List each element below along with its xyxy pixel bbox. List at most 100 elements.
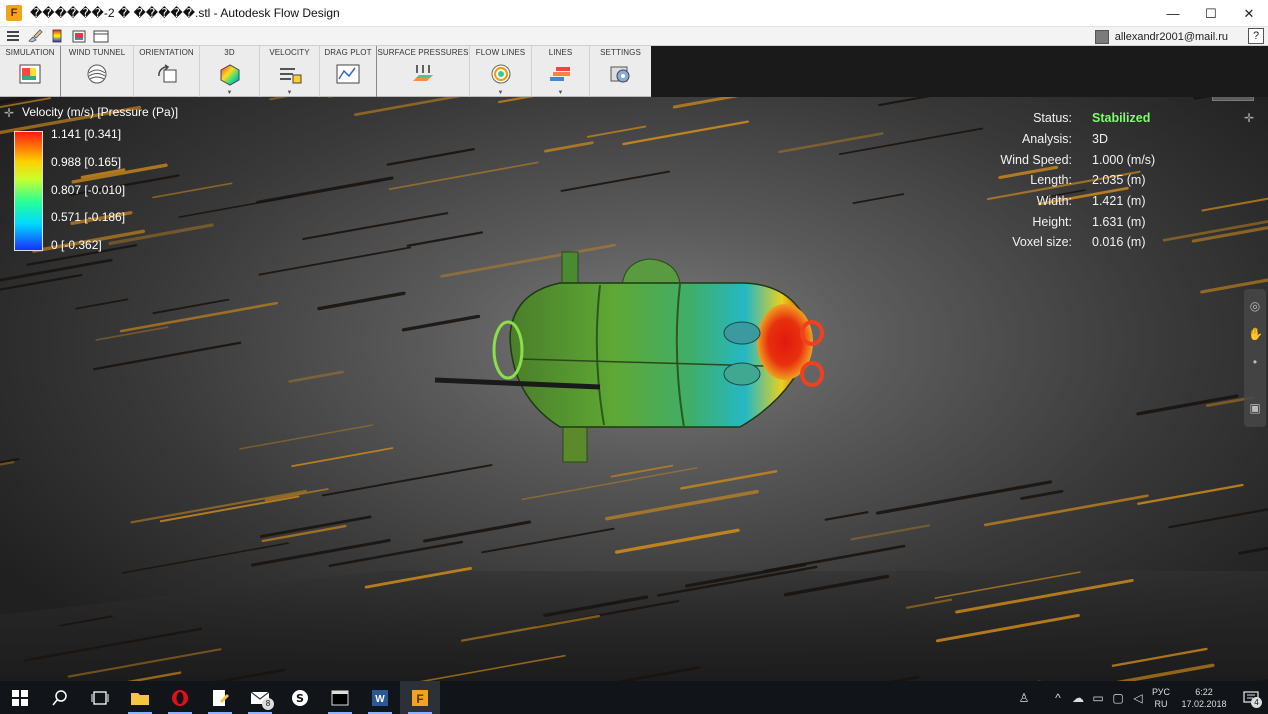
network-icon[interactable]: ▭ — [1088, 681, 1108, 714]
status-key: Analysis: — [1021, 132, 1072, 147]
flow-lines-icon — [488, 62, 514, 86]
monitor-icon[interactable]: ▢ — [1108, 681, 1128, 714]
notifications-icon[interactable]: 4 — [1234, 681, 1268, 714]
camera-icon[interactable]: ▣ — [1248, 401, 1262, 415]
flow-design-app-icon[interactable]: F — [6, 5, 22, 21]
simulation-icon — [17, 62, 43, 86]
flow-design-taskbar-icon[interactable]: F — [400, 681, 440, 714]
legend-value: 0.988 [0.165] — [51, 155, 122, 169]
chevron-down-icon[interactable]: ▼ — [558, 90, 564, 96]
help-button[interactable]: ? — [1248, 28, 1264, 44]
status-value: Stabilized — [1092, 111, 1151, 126]
ribbon-wind-tunnel[interactable]: WIND TUNNEL — [61, 46, 134, 97]
word-icon[interactable]: W — [360, 681, 400, 714]
app-window: F ������-2 � �����.stl - Autodesk Flow D… — [0, 0, 1268, 714]
ribbon-surface-pressures[interactable]: SURFACE PRESSURES — [377, 46, 470, 97]
status-row: Status: Stabilized — [960, 108, 1200, 129]
system-tray: ♙ ^ ☁ ▭ ▢ ◁ РУС RU 6:22 17.02.2018 4 — [1014, 681, 1268, 714]
status-row: Width: 1.421 (m) — [960, 191, 1200, 212]
legend-title: Velocity (m/s) [Pressure (Pa)] — [22, 105, 179, 119]
brush-icon[interactable] — [26, 28, 44, 44]
status-key: Height: — [1032, 214, 1072, 229]
opera-icon[interactable] — [160, 681, 200, 714]
status-row: Wind Speed: 1.000 (m/s) — [960, 149, 1200, 170]
view-cube[interactable] — [1212, 97, 1254, 101]
pan-hand-icon[interactable]: ✋ — [1248, 327, 1263, 341]
user-account[interactable]: allexandr2001@mail.ru — [1094, 27, 1228, 46]
skype-icon[interactable]: S — [280, 681, 320, 714]
cloud-icon[interactable]: ☁ — [1068, 681, 1088, 714]
steering-wheel-icon[interactable]: ◎ — [1248, 299, 1262, 313]
velocity-legend: ✛ Velocity (m/s) [Pressure (Pa)] — [4, 105, 179, 120]
legend-value: 0.571 [-0.186] — [51, 210, 126, 224]
ribbon-label: 3D — [224, 48, 235, 57]
ribbon-orientation[interactable]: ORIENTATION — [134, 46, 200, 97]
avatar — [1094, 29, 1109, 44]
legend-value: 0 [-0.362] — [51, 238, 102, 252]
document-edit-icon[interactable] — [200, 681, 240, 714]
ribbon-settings[interactable]: SETTINGS — [590, 46, 651, 97]
orientation-icon — [154, 62, 180, 86]
image-icon[interactable] — [70, 28, 88, 44]
surface-pressures-icon — [410, 62, 436, 86]
blank — [1034, 681, 1048, 714]
status-key: Width: — [1036, 194, 1072, 209]
status-key: Length: — [1030, 173, 1072, 188]
simulation-viewport[interactable]: ✛ Velocity (m/s) [Pressure (Pa)] 1.141 [… — [0, 97, 1268, 681]
lang-top: РУС — [1151, 686, 1171, 697]
mail-icon[interactable]: 8 — [240, 681, 280, 714]
ribbon-drag-plot[interactable]: DRAG PLOT — [320, 46, 377, 97]
ribbon-label: VELOCITY — [269, 48, 310, 57]
zoom-slider-icon[interactable]: • — [1248, 355, 1262, 369]
wind-tunnel-icon — [84, 62, 110, 86]
ribbon-3d[interactable]: 3D ▼ — [200, 46, 260, 97]
panel-icon[interactable] — [92, 28, 110, 44]
ribbon-label: LINES — [548, 48, 573, 57]
notification-badge: 4 — [1251, 697, 1262, 708]
maximize-button[interactable]: ☐ — [1192, 0, 1230, 27]
svg-text:F: F — [416, 692, 423, 706]
svg-text:W: W — [375, 694, 385, 705]
plus-icon[interactable]: ✛ — [4, 106, 14, 120]
drag-plot-icon — [335, 62, 361, 86]
language-indicator[interactable]: РУС RU — [1148, 686, 1174, 710]
search-icon[interactable] — [40, 681, 80, 714]
command-prompt-icon[interactable] — [320, 681, 360, 714]
status-row: Length: 2.035 (m) — [960, 170, 1200, 191]
status-key: Wind Speed: — [1000, 152, 1072, 167]
lines-icon — [548, 62, 574, 86]
windows-taskbar: 8 S W F ♙ ^ ☁ ▭ ▢ ◁ РУС RU 6:22 17.02.20… — [0, 681, 1268, 714]
lang-bottom: RU — [1154, 698, 1168, 709]
hamburger-menu-icon[interactable] — [4, 28, 22, 44]
chevron-down-icon[interactable]: ▼ — [498, 90, 504, 96]
status-value: 1.631 (m) — [1092, 214, 1146, 229]
minimize-button[interactable]: — — [1154, 0, 1192, 27]
ribbon-label: WIND TUNNEL — [68, 48, 126, 57]
volume-icon[interactable]: ◁ — [1128, 681, 1148, 714]
ribbon-label: FLOW LINES — [475, 48, 526, 57]
close-button[interactable]: ✕ — [1230, 0, 1268, 27]
plus-icon[interactable]: ✛ — [1244, 111, 1254, 125]
windows-start-icon[interactable] — [0, 681, 40, 714]
chevron-down-icon[interactable]: ▼ — [287, 90, 293, 96]
chevron-down-icon[interactable]: ▼ — [227, 90, 233, 96]
people-icon[interactable]: ♙ — [1014, 681, 1034, 714]
status-key: Status: — [1033, 111, 1072, 126]
colorbar-icon[interactable] — [48, 28, 66, 44]
ribbon-flow-lines[interactable]: FLOW LINES ▼ — [470, 46, 532, 97]
ribbon-toolbar: SIMULATION WIND TUNNEL ORIENTATION 3D ▼ — [0, 46, 651, 97]
ribbon-velocity[interactable]: VELOCITY ▼ — [260, 46, 320, 97]
status-panel: Status: Stabilized Analysis: 3D Wind Speed… — [960, 108, 1200, 253]
ribbon-label: SIMULATION — [5, 48, 55, 57]
clock[interactable]: 6:22 17.02.2018 — [1174, 686, 1234, 710]
title-bar: F ������-2 � �����.stl - Autodesk Flow D… — [0, 0, 1268, 27]
status-value: 1.000 (m/s) — [1092, 152, 1156, 167]
ribbon-simulation[interactable]: SIMULATION — [0, 46, 61, 97]
task-view-icon[interactable] — [80, 681, 120, 714]
file-explorer-icon[interactable] — [120, 681, 160, 714]
chevron-up-icon[interactable]: ^ — [1048, 681, 1068, 714]
ribbon-lines[interactable]: LINES ▼ — [532, 46, 590, 97]
status-key: Voxel size: — [1012, 235, 1072, 250]
status-value: 0.016 (m) — [1092, 235, 1146, 250]
ribbon-label: SURFACE PRESSURES — [377, 48, 469, 57]
